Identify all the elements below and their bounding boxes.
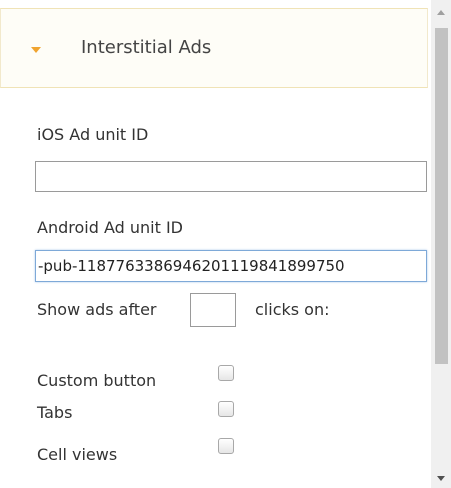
show-ads-after-label: Show ads after [37,300,157,319]
clicks-count-input[interactable] [190,293,236,327]
android-ad-unit-label: Android Ad unit ID [37,218,183,237]
cell-views-label: Cell views [37,445,118,464]
scrollbar-thumb[interactable] [435,28,448,364]
clicks-on-label: clicks on: [255,300,330,319]
ios-ad-unit-input[interactable] [35,161,427,192]
cell-views-checkbox[interactable] [218,438,234,454]
interstitial-ads-panel: Interstitial Ads iOS Ad unit ID Android … [0,0,431,488]
section-header-interstitial-ads[interactable]: Interstitial Ads [0,8,428,88]
custom-button-label: Custom button [37,371,157,390]
scroll-up-arrow-icon[interactable] [437,10,445,15]
tabs-checkbox[interactable] [218,401,234,417]
scroll-down-arrow-icon[interactable] [437,476,445,481]
ios-ad-unit-label: iOS Ad unit ID [37,125,149,144]
tabs-label: Tabs [37,403,73,422]
vertical-scrollbar[interactable] [431,0,451,488]
custom-button-checkbox[interactable] [218,365,234,381]
caret-down-icon[interactable] [31,47,41,53]
section-title: Interstitial Ads [81,37,212,58]
android-ad-unit-input[interactable] [35,250,427,282]
